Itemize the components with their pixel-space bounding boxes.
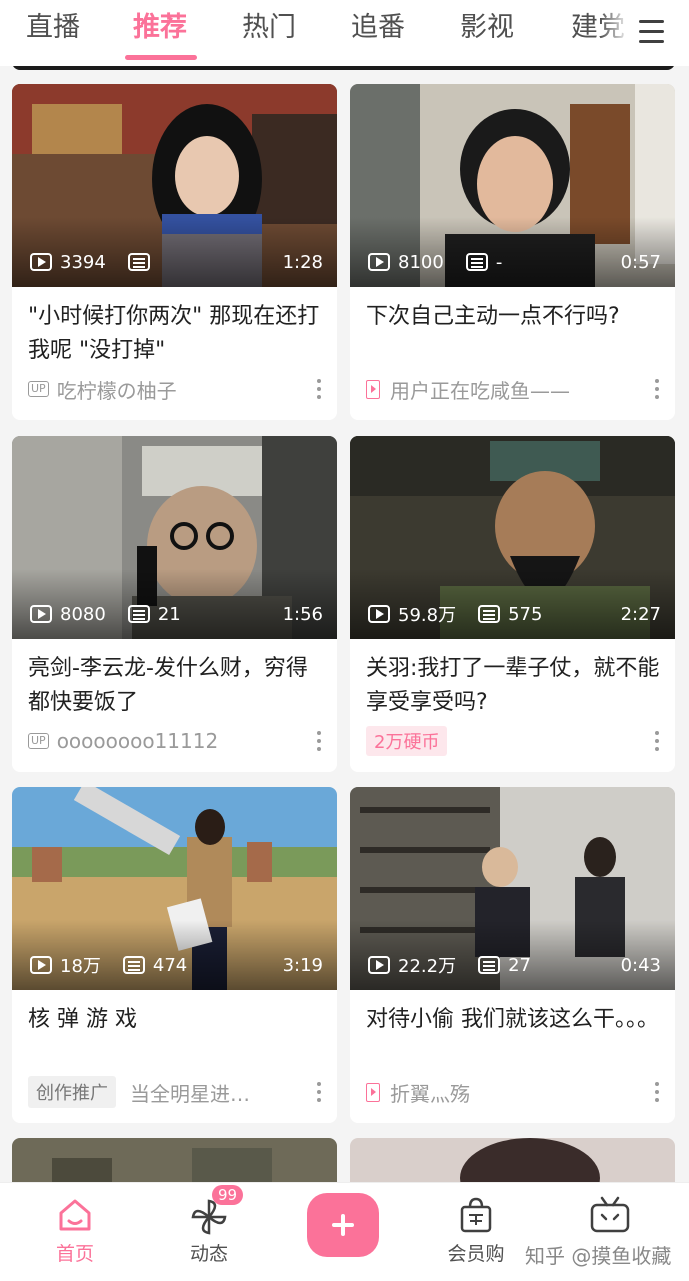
card-meta: 创作推广 当全明星进…: [28, 1075, 325, 1109]
card-meta: UP 吃柠檬の柚子: [28, 372, 325, 406]
more-icon[interactable]: [651, 377, 663, 401]
danmaku-icon: [122, 956, 145, 974]
author-name[interactable]: 用户正在吃咸鱼——: [390, 375, 570, 404]
tab-fade: [600, 0, 630, 62]
video-card[interactable]: 59.8万 575 2:27 关羽:我打了一辈子仗，就不能享受享受吗? 2万硬币: [350, 436, 675, 772]
more-icon[interactable]: [313, 377, 325, 401]
more-icon[interactable]: [313, 1080, 325, 1104]
play-count-icon: [368, 605, 390, 623]
play-count-icon: [368, 956, 390, 974]
video-stats: 22.2万 27 0:43: [368, 952, 661, 978]
card-meta: 折翼灬殇: [366, 1075, 663, 1109]
video-thumbnail[interactable]: 22.2万 27 0:43: [350, 787, 675, 990]
duration: 1:56: [282, 603, 323, 625]
play-count: 59.8万: [398, 605, 457, 626]
watermark: 知乎 @摸鱼收藏: [525, 1244, 672, 1268]
danmaku-count: -: [495, 251, 503, 273]
active-tab-indicator: [125, 55, 197, 60]
video-title[interactable]: 亮剑-李云龙-发什么财，穷得都快要饭了: [28, 652, 324, 720]
play-count: 3394: [60, 251, 106, 273]
play-count-icon: [30, 956, 52, 974]
video-title[interactable]: "小时候打你两次" 那现在还打我呢 "没打掉": [28, 300, 324, 368]
play-count-icon: [30, 605, 52, 623]
video-card[interactable]: 8100 - 0:57 下次自己主动一点不行吗? 用户正在吃咸鱼——: [350, 84, 675, 420]
video-stats: 8080 21 1:56: [30, 601, 323, 627]
video-source-icon: [366, 379, 380, 399]
video-thumbnail[interactable]: 59.8万 575 2:27: [350, 436, 675, 639]
video-title[interactable]: 核 弹 游 戏: [28, 1003, 324, 1037]
nav-dynamic[interactable]: 99 动态: [154, 1183, 264, 1281]
video-stats: 18万 474 3:19: [30, 952, 323, 978]
video-stats: 3394 1:28: [30, 249, 323, 275]
danmaku-icon: [127, 605, 150, 623]
play-count: 22.2万: [398, 956, 457, 977]
play-count-icon: [368, 253, 390, 271]
nav-dynamic-label: 动态: [189, 1243, 228, 1265]
duration: 2:27: [620, 603, 661, 625]
tab-hot[interactable]: 热门: [242, 8, 296, 48]
video-card[interactable]: 3394 1:28 "小时候打你两次" 那现在还打我呢 "没打掉" UP 吃柠檬…: [12, 84, 337, 420]
plus-icon[interactable]: [307, 1193, 379, 1257]
danmaku-icon: [465, 253, 488, 271]
tab-film[interactable]: 影视: [460, 8, 514, 48]
video-thumbnail[interactable]: 8080 21 1:56: [12, 436, 337, 639]
author-name[interactable]: 吃柠檬の柚子: [57, 375, 177, 404]
video-thumbnail[interactable]: 3394 1:28: [12, 84, 337, 287]
more-icon[interactable]: [651, 1080, 663, 1104]
up-badge: UP: [28, 381, 49, 397]
tv-icon: [590, 1196, 630, 1233]
author-name[interactable]: 当全明星进…: [130, 1078, 250, 1107]
danmaku-icon: [127, 253, 150, 271]
video-thumbnail[interactable]: 18万 474 3:19: [12, 787, 337, 990]
menu-icon[interactable]: [630, 14, 676, 50]
video-source-icon: [366, 1082, 380, 1102]
author-name[interactable]: 折翼灬殇: [390, 1078, 470, 1107]
author-name[interactable]: oooooooo11112: [57, 729, 219, 753]
duration: 3:19: [282, 954, 323, 976]
more-icon[interactable]: [313, 729, 325, 753]
video-title[interactable]: 下次自己主动一点不行吗?: [366, 300, 662, 334]
more-icon[interactable]: [651, 729, 663, 753]
duration: 0:43: [620, 954, 661, 976]
nav-shop[interactable]: 会员购: [421, 1183, 531, 1281]
top-tab-bar: 直播 推荐 热门 追番 影视 建党: [0, 0, 689, 66]
danmaku-count: 575: [508, 603, 543, 625]
home-icon: [59, 1199, 91, 1231]
duration: 1:28: [282, 251, 323, 273]
play-count: 8100: [398, 251, 444, 273]
video-title[interactable]: 关羽:我打了一辈子仗，就不能享受享受吗?: [366, 652, 662, 720]
duration: 0:57: [620, 251, 661, 273]
play-count: 18万: [60, 956, 101, 977]
card-meta: 用户正在吃咸鱼——: [366, 372, 663, 406]
video-card[interactable]: 8080 21 1:56 亮剑-李云龙-发什么财，穷得都快要饭了 UP oooo…: [12, 436, 337, 772]
nav-home[interactable]: 首页: [20, 1183, 130, 1281]
video-thumbnail[interactable]: 8100 - 0:57: [350, 84, 675, 287]
video-stats: 8100 - 0:57: [368, 249, 661, 275]
nav-home-label: 首页: [55, 1243, 94, 1265]
up-badge: UP: [28, 733, 49, 749]
video-title[interactable]: 对待小偷 我们就该这么干。。。: [366, 1003, 662, 1037]
danmaku-count: 27: [508, 954, 531, 976]
danmaku-count: 21: [157, 603, 181, 625]
card-meta: 2万硬币: [366, 724, 663, 758]
shopping-bag-icon: [460, 1197, 492, 1233]
tab-recommend[interactable]: 推荐: [133, 8, 187, 48]
tab-live[interactable]: 直播: [26, 8, 80, 48]
danmaku-icon: [478, 956, 501, 974]
notification-badge: 99: [212, 1185, 244, 1205]
video-card[interactable]: 18万 474 3:19 核 弹 游 戏 创作推广 当全明星进…: [12, 787, 337, 1123]
tab-anime[interactable]: 追番: [351, 8, 405, 48]
danmaku-count: 474: [152, 954, 188, 976]
play-count-icon: [30, 253, 52, 271]
promo-badge: 创作推广: [28, 1076, 116, 1108]
play-count: 8080: [60, 603, 106, 625]
card-meta: UP oooooooo11112: [28, 724, 325, 758]
video-card[interactable]: 22.2万 27 0:43 对待小偷 我们就该这么干。。。 折翼灬殇: [350, 787, 675, 1123]
nav-shop-label: 会员购: [447, 1243, 505, 1265]
video-stats: 59.8万 575 2:27: [368, 601, 661, 627]
coin-badge: 2万硬币: [366, 726, 448, 756]
danmaku-icon: [478, 605, 501, 623]
